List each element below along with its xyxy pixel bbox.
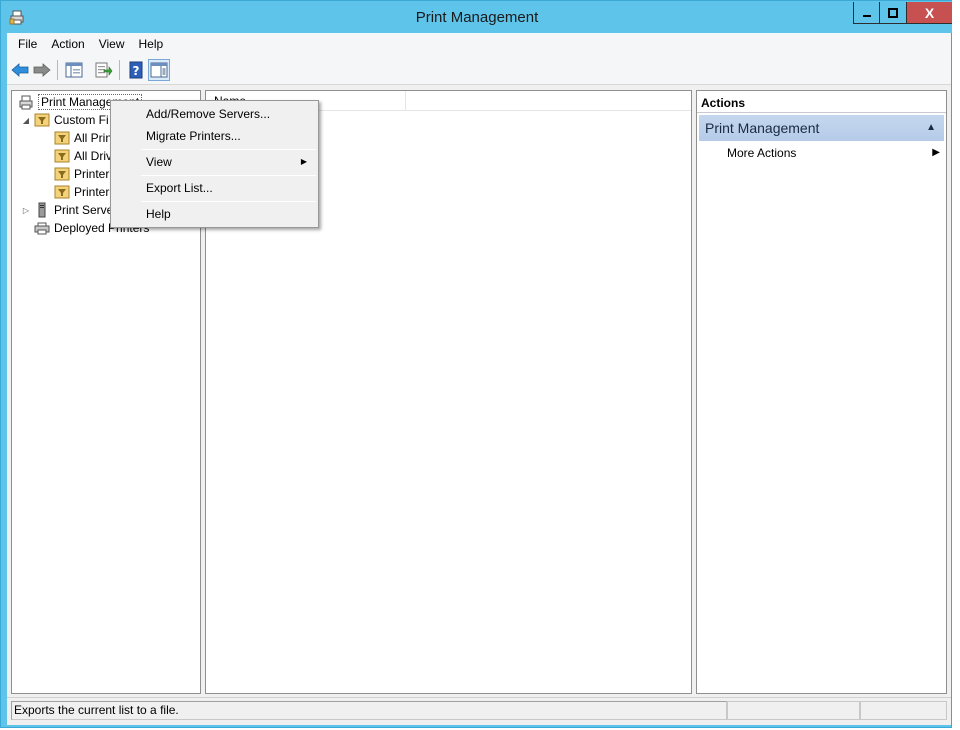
status-panel xyxy=(727,701,860,720)
maximize-button[interactable] xyxy=(880,2,907,24)
toolbar-separator xyxy=(119,60,120,80)
export-list-icon xyxy=(95,62,113,78)
toolbar-separator xyxy=(57,60,58,80)
maximize-icon xyxy=(888,7,898,18)
status-panel xyxy=(860,701,947,720)
printer-icon xyxy=(34,222,50,235)
show-hide-console-tree-button[interactable] xyxy=(63,59,85,81)
menu-separator xyxy=(141,175,316,176)
actions-group-print-management[interactable]: Print Management ▲ xyxy=(699,115,944,141)
menu-separator xyxy=(141,149,316,150)
context-menu-view[interactable]: View ▶ xyxy=(112,151,317,173)
expanded-triangle-icon[interactable]: ◢ xyxy=(20,114,32,126)
context-menu-view-label: View xyxy=(146,155,172,169)
more-actions-label: More Actions xyxy=(727,146,797,160)
context-menu-migrate-printers[interactable]: Migrate Printers... xyxy=(112,125,317,147)
status-text: Exports the current list to a file. xyxy=(11,701,727,720)
submenu-arrow-icon: ▶ xyxy=(300,157,307,166)
filter-folder-icon xyxy=(34,113,50,127)
actions-pane: Actions Print Management ▲ More Actions … xyxy=(696,90,947,694)
menu-bar: File Action View Help xyxy=(7,33,951,55)
tree-item-printers-not-ready[interactable]: Printer xyxy=(52,165,109,183)
context-menu-help[interactable]: Help xyxy=(112,203,317,225)
filter-icon xyxy=(54,167,70,181)
show-hide-action-pane-button[interactable] xyxy=(148,59,170,81)
forward-arrow-icon xyxy=(33,63,51,77)
actions-group-title: Print Management xyxy=(705,120,820,136)
tree-item-label: Print Serve xyxy=(54,203,114,217)
submenu-arrow-icon: ▶ xyxy=(932,147,940,158)
desktop-edge xyxy=(952,0,960,730)
tree-item-print-servers[interactable]: ▷ Print Serve xyxy=(20,201,113,219)
tree-item-label: Custom Fi xyxy=(54,113,109,127)
actions-header: Actions xyxy=(697,93,946,113)
context-menu-add-remove-servers[interactable]: Add/Remove Servers... xyxy=(112,103,317,125)
toolbar: ? xyxy=(7,55,951,85)
close-button[interactable]: X xyxy=(907,2,953,24)
title-bar[interactable]: Print Management X xyxy=(1,1,953,33)
back-arrow-icon xyxy=(11,63,29,77)
close-icon: X xyxy=(924,4,935,21)
help-icon: ? xyxy=(129,61,143,79)
tree-item-label: All Prin xyxy=(74,131,113,145)
tree-item-printers-with-jobs[interactable]: Printer xyxy=(52,183,109,201)
tree-item-custom-filters[interactable]: ◢ Custom Fi xyxy=(20,111,109,129)
tree-item-label: Printer xyxy=(74,167,110,181)
forward-button[interactable] xyxy=(31,59,53,81)
filter-icon xyxy=(54,185,70,199)
collapsed-triangle-icon[interactable]: ▷ xyxy=(20,204,32,216)
show-hide-action-pane-icon xyxy=(150,62,168,78)
minimize-button[interactable] xyxy=(853,2,880,24)
tree-item-all-printers[interactable]: All Prin xyxy=(52,129,112,147)
tree-item-all-drivers[interactable]: All Driv xyxy=(52,147,112,165)
minimize-icon xyxy=(862,14,871,17)
server-icon xyxy=(38,202,46,218)
filter-icon xyxy=(54,149,70,163)
collapse-up-icon[interactable]: ▲ xyxy=(926,115,936,141)
svg-text:?: ? xyxy=(133,64,140,78)
menu-help[interactable]: Help xyxy=(132,33,171,55)
print-management-icon xyxy=(19,95,33,110)
more-actions-item[interactable]: More Actions ▶ xyxy=(727,143,942,163)
filter-icon xyxy=(54,131,70,145)
window-title: Print Management xyxy=(415,9,539,26)
menu-file[interactable]: File xyxy=(11,33,44,55)
tree-item-label: All Driv xyxy=(74,149,112,163)
back-button[interactable] xyxy=(9,59,31,81)
context-menu: Add/Remove Servers... Migrate Printers..… xyxy=(110,100,319,228)
menu-view[interactable]: View xyxy=(92,33,132,55)
menu-action[interactable]: Action xyxy=(44,33,91,55)
menu-separator xyxy=(141,201,316,202)
context-menu-export-list[interactable]: Export List... xyxy=(112,177,317,199)
status-bar: Exports the current list to a file. xyxy=(7,697,951,721)
export-list-button[interactable] xyxy=(93,59,115,81)
show-hide-console-tree-icon xyxy=(65,62,83,78)
help-button[interactable]: ? xyxy=(125,59,147,81)
tree-item-label: Printer xyxy=(74,185,110,199)
